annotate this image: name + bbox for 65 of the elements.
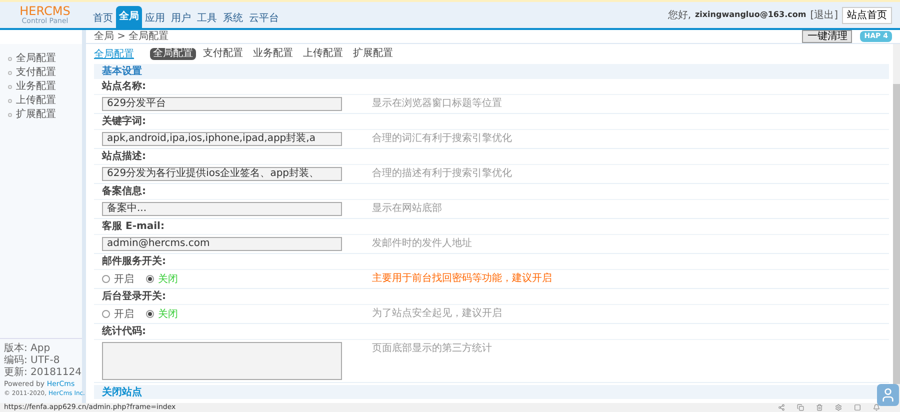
- radio-label[interactable]: 开启: [114, 306, 134, 322]
- copy-icon[interactable]: [797, 404, 804, 411]
- breadcrumb: 全局 > 全局配置: [94, 30, 169, 44]
- config-tab[interactable]: 扩展配置: [350, 48, 396, 60]
- field-label: 站点描述:: [102, 150, 146, 164]
- field-hint: 主要用于前台找回密码等功能，建议开启: [372, 272, 552, 286]
- field-hint: 显示在网站底部: [372, 202, 442, 216]
- page-title: 全局配置: [94, 48, 134, 62]
- radio-button[interactable]: [102, 275, 110, 283]
- version-info: 版本: App: [4, 343, 52, 354]
- text-input-field[interactable]: 629分发平台: [102, 97, 342, 111]
- field-hint: 页面底部显示的第三方统计: [372, 342, 492, 356]
- field-label: 客服 E-mail:: [102, 219, 164, 234]
- text-input-field[interactable]: apk,android,ipa,ios,iphone,ipad,app封装,a: [102, 132, 342, 146]
- config-tab[interactable]: 全局配置: [150, 48, 196, 60]
- gear-icon[interactable]: [835, 404, 842, 411]
- field-label: 统计代码:: [102, 324, 146, 339]
- avatar-button[interactable]: [877, 384, 899, 406]
- trash-icon[interactable]: [816, 404, 823, 411]
- share-icon[interactable]: [778, 404, 785, 411]
- field-label: 后台登录开关:: [102, 290, 166, 304]
- version-info: 更新: 20181124: [4, 367, 82, 379]
- sidebar-item[interactable]: 全局配置: [0, 52, 82, 65]
- user-icon: [880, 387, 896, 403]
- field-hint: 显示在浏览器窗口标题等位置: [372, 97, 502, 111]
- logout-link[interactable]: [退出]: [810, 8, 838, 22]
- bell-icon[interactable]: [873, 404, 880, 411]
- nav-tab[interactable]: 工具: [194, 10, 220, 28]
- sidebar-item[interactable]: 支付配置: [0, 66, 82, 79]
- greeting-text: 您好,: [668, 8, 691, 22]
- config-tab[interactable]: 支付配置: [200, 48, 246, 60]
- text-input-field[interactable]: admin@hercms.com: [102, 237, 342, 251]
- user-email: zixingwangluo@163.com: [695, 9, 806, 21]
- nav-tab[interactable]: 应用: [142, 10, 168, 28]
- nav-tab[interactable]: 首页: [90, 10, 116, 28]
- field-label: 站点名称:: [102, 80, 146, 94]
- nav-tab[interactable]: 用户: [168, 10, 194, 28]
- radio-button[interactable]: [146, 310, 154, 318]
- section-header: 基本设置: [94, 64, 889, 79]
- radio-button[interactable]: [102, 310, 110, 318]
- field-hint: 发邮件时的发件人地址: [372, 237, 472, 251]
- radio-label[interactable]: 开启: [114, 272, 134, 286]
- text-input-field[interactable]: 629分发为各行业提供ios企业签名、app封装、: [102, 167, 342, 181]
- field-label: 备案信息:: [102, 184, 146, 199]
- nav-tab[interactable]: 系统: [220, 10, 246, 28]
- sidebar-item[interactable]: 上传配置: [0, 94, 82, 107]
- site-home-button[interactable]: 站点首页: [842, 6, 892, 24]
- field-hint: 合理的词汇有利于搜索引擎优化: [372, 132, 512, 146]
- field-hint: 为了站点安全起见，建议开启: [372, 307, 502, 321]
- text-input-field[interactable]: 备案中...: [102, 202, 342, 216]
- version-info: 编码: UTF-8: [4, 355, 61, 366]
- sidebar-item[interactable]: 扩展配置: [0, 108, 82, 121]
- field-hint: 合理的描述有利于搜索引擎优化: [372, 167, 512, 181]
- logo-text: HERCMS: [20, 5, 70, 17]
- sidebar-item[interactable]: 业务配置: [0, 80, 82, 93]
- square-icon[interactable]: [854, 404, 861, 411]
- nav-tab[interactable]: 全局: [116, 6, 142, 28]
- config-tab[interactable]: 上传配置: [300, 48, 346, 60]
- nav-tab[interactable]: 云平台: [246, 10, 282, 28]
- clean-button[interactable]: 一键清理: [802, 30, 852, 43]
- config-tab[interactable]: 业务配置: [250, 48, 296, 60]
- field-label: 关键字词:: [102, 114, 146, 129]
- radio-button[interactable]: [146, 275, 154, 283]
- field-label: 邮件服务开关:: [102, 254, 166, 269]
- textarea-field[interactable]: [102, 342, 342, 380]
